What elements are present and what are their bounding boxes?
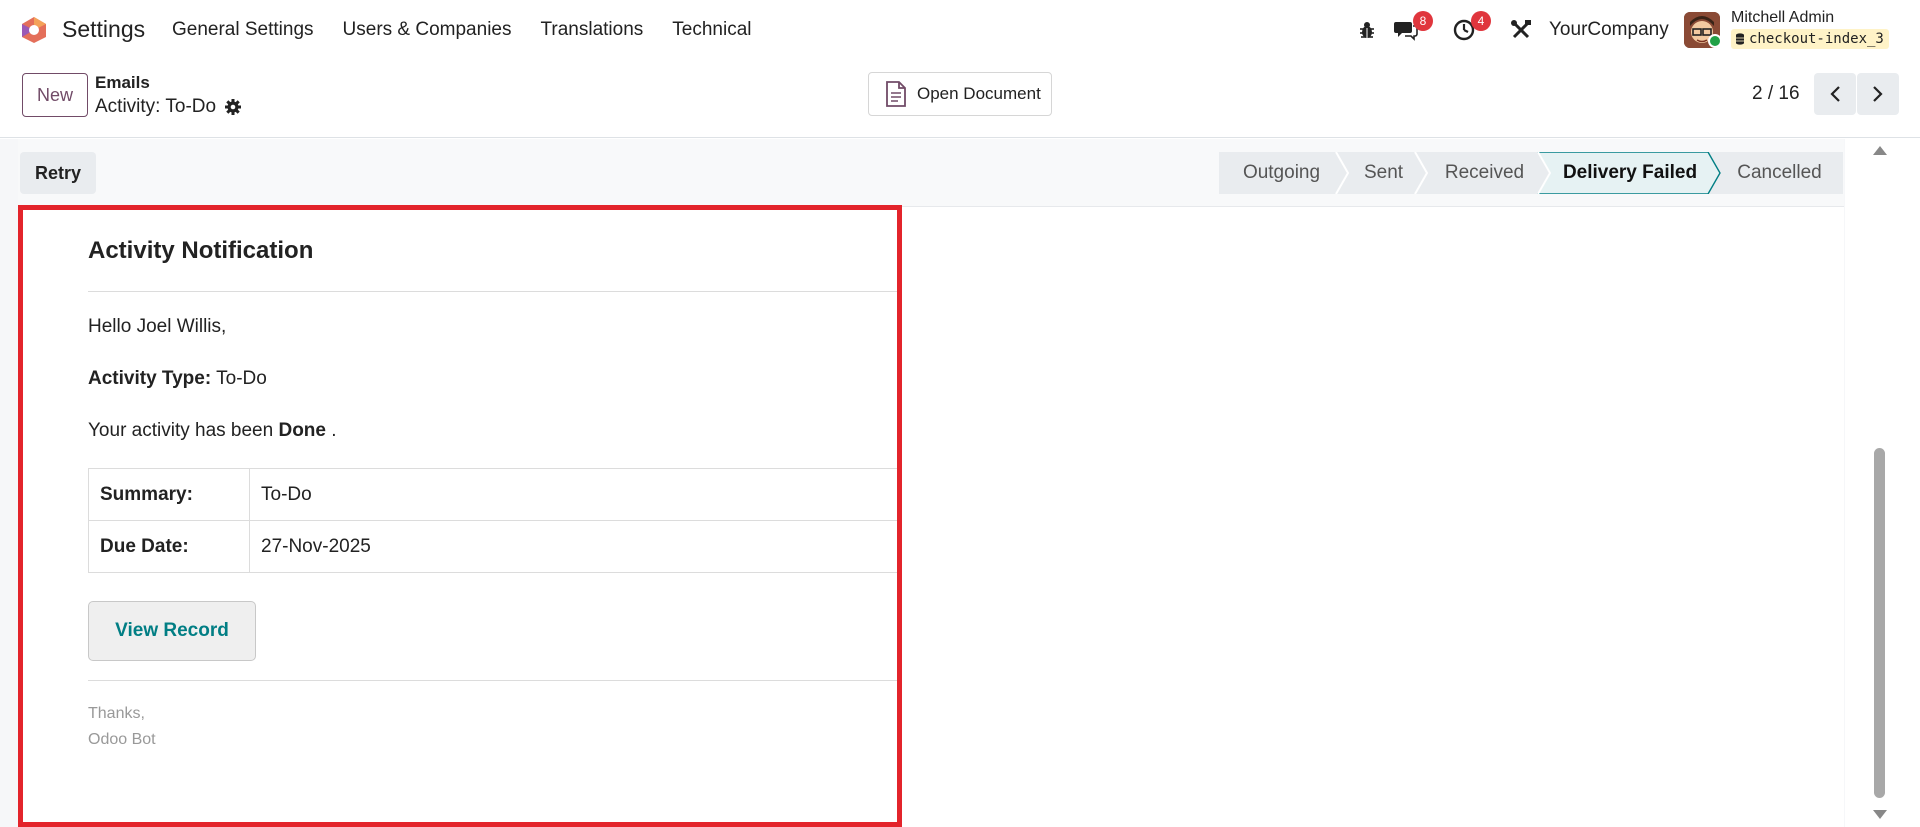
status-value: Done (278, 420, 326, 441)
stage-outgoing[interactable]: Outgoing (1219, 152, 1344, 194)
menu-users-companies[interactable]: Users & Companies (343, 19, 512, 41)
company-switcher[interactable]: YourCompany (1549, 19, 1669, 41)
stage-sent[interactable]: Sent (1344, 152, 1423, 194)
gear-icon[interactable] (224, 98, 242, 116)
database-tag: checkout-index_3 (1731, 29, 1889, 49)
table-row: Summary: To-Do (88, 468, 898, 521)
due-date-value: 27-Nov-2025 (249, 520, 898, 573)
odoo-logo-icon[interactable] (20, 16, 48, 44)
scroll-down-arrow[interactable] (1873, 810, 1887, 819)
menu-general-settings[interactable]: General Settings (172, 19, 314, 41)
email-greeting: Hello Joel Willis, (88, 316, 227, 337)
breadcrumb-parent[interactable]: Emails (95, 73, 150, 93)
document-icon (886, 81, 906, 107)
debug-button[interactable] (1355, 14, 1379, 46)
activities-button[interactable]: 4 (1451, 11, 1491, 46)
breadcrumb-current: Activity: To-Do (95, 96, 242, 118)
view-record-button[interactable]: View Record (88, 601, 256, 661)
signature-thanks: Thanks, (88, 705, 145, 722)
main-menu: General Settings Users & Companies Trans… (172, 19, 781, 41)
stage-delivery-failed[interactable]: Delivery Failed (1546, 152, 1714, 194)
activity-type-value: To-Do (216, 368, 267, 389)
new-button[interactable]: New (22, 73, 88, 117)
user-name[interactable]: Mitchell Admin (1731, 9, 1834, 27)
open-document-label: Open Document (917, 84, 1041, 103)
activity-type-line: Activity Type: To-Do (88, 368, 267, 390)
form-statusbar: Retry Outgoing Sent Received Delivery Fa… (18, 139, 1844, 207)
top-navbar: Settings General Settings Users & Compan… (0, 0, 1920, 60)
pager-previous-button[interactable] (1814, 73, 1856, 115)
activity-count-badge: 4 (1471, 11, 1491, 31)
tools-icon (1511, 20, 1531, 39)
pager-next-button[interactable] (1857, 73, 1899, 115)
stage-received[interactable]: Received (1423, 152, 1546, 194)
title-divider (88, 291, 898, 292)
summary-label: Summary: (88, 468, 250, 521)
signature-sender: Odoo Bot (88, 731, 156, 748)
status-prefix: Your activity has been (88, 420, 274, 441)
settings-tools-button[interactable] (1508, 14, 1534, 46)
record-name: Activity: To-Do (95, 96, 217, 117)
chevron-right-icon (1873, 86, 1883, 102)
due-date-label: Due Date: (88, 520, 250, 573)
online-status-dot (1708, 34, 1722, 48)
control-panel: New Emails Activity: To-Do Open Document… (0, 60, 1920, 138)
menu-translations[interactable]: Translations (540, 19, 643, 41)
status-suffix: . (331, 420, 337, 441)
scrollbar-thumb[interactable] (1874, 448, 1885, 798)
scroll-up-arrow[interactable] (1873, 146, 1887, 155)
summary-value: To-Do (249, 468, 898, 521)
activity-status-line: Your activity has been Done . (88, 420, 337, 442)
pager-value[interactable]: 2 / 16 (1752, 83, 1800, 105)
chat-count-badge: 8 (1413, 11, 1433, 31)
stage-cancelled[interactable]: Cancelled (1716, 152, 1843, 194)
retry-button[interactable]: Retry (20, 152, 96, 194)
database-name: checkout-index_3 (1749, 31, 1884, 47)
bug-icon (1360, 22, 1374, 38)
activity-details-table: Summary: To-Do Due Date: 27-Nov-2025 (88, 468, 898, 573)
table-row: Due Date: 27-Nov-2025 (88, 520, 898, 573)
open-document-button[interactable]: Open Document (868, 72, 1052, 116)
chevron-left-icon (1830, 86, 1840, 102)
database-icon (1736, 33, 1744, 45)
email-title: Activity Notification (88, 237, 314, 264)
messages-button[interactable]: 8 (1393, 11, 1433, 46)
signature-divider (88, 680, 898, 681)
menu-technical[interactable]: Technical (672, 19, 751, 41)
activity-type-label: Activity Type: (88, 368, 212, 389)
app-name[interactable]: Settings (62, 16, 145, 43)
